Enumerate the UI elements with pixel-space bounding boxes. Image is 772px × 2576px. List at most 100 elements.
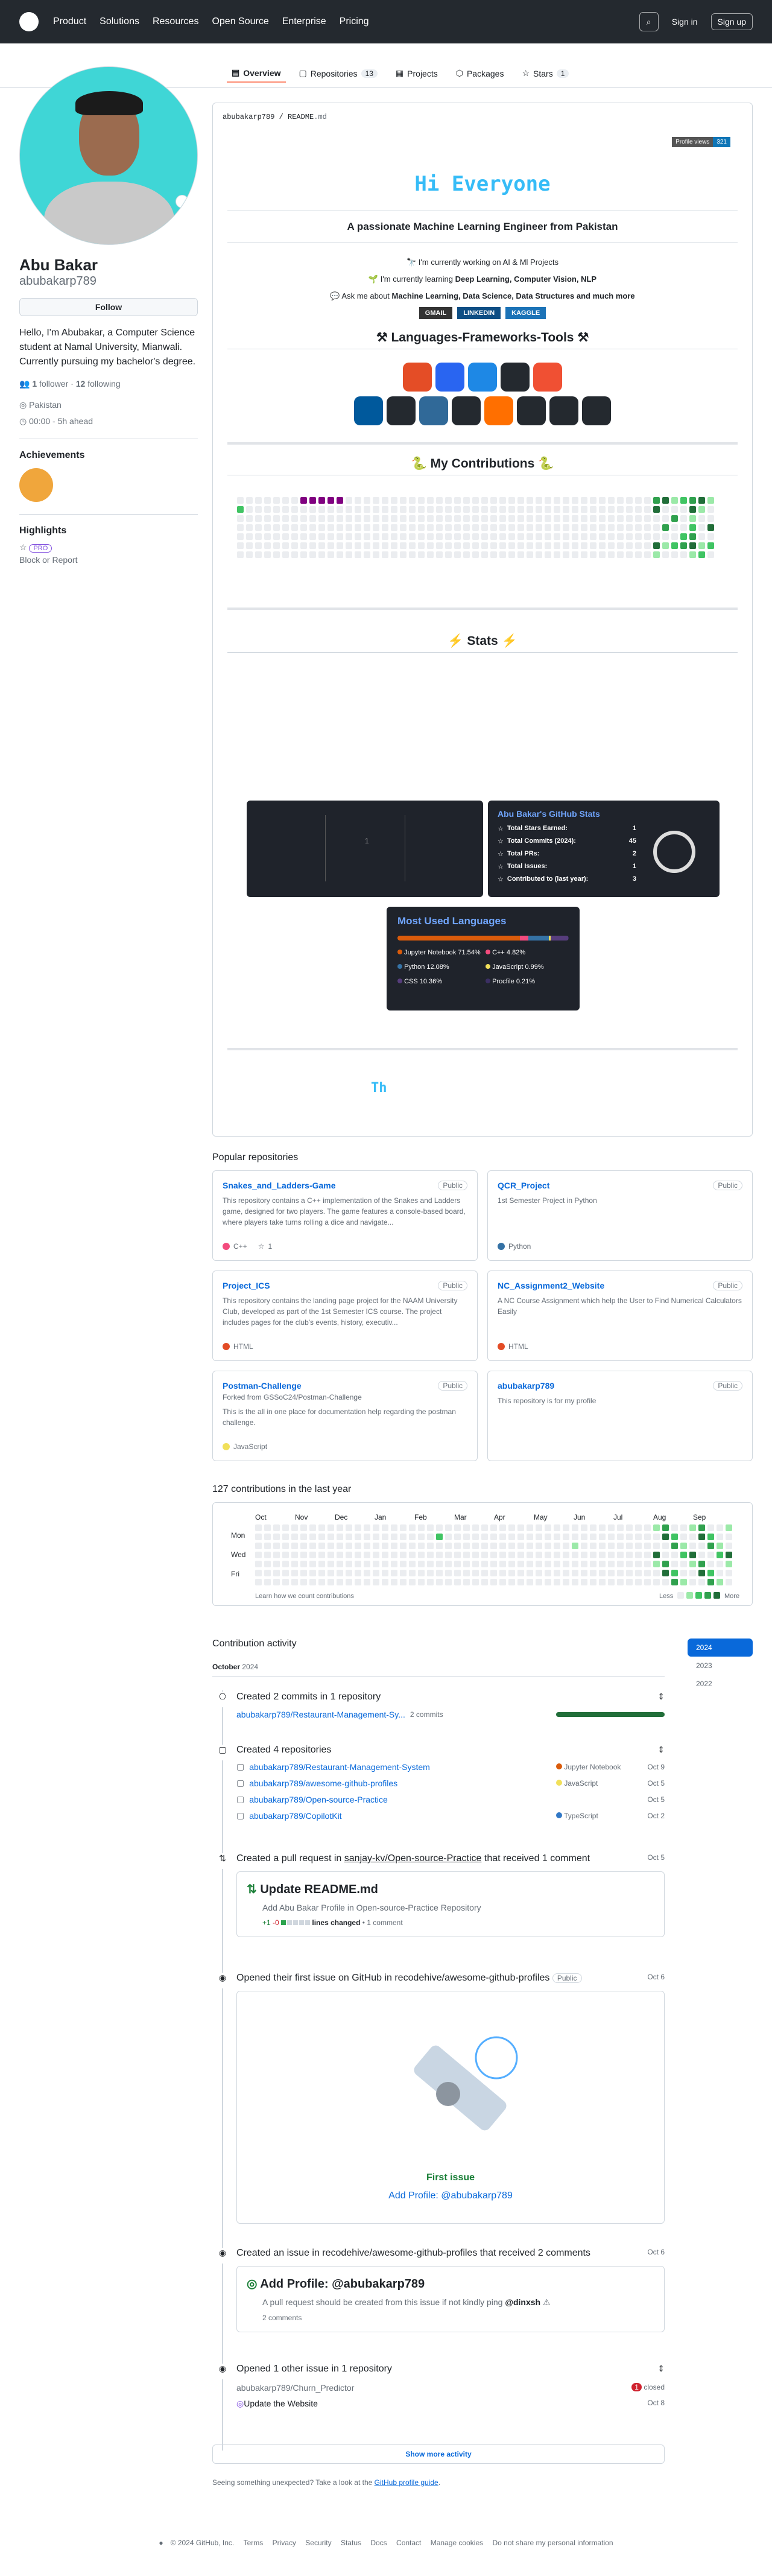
search-icon[interactable]: ⌕	[639, 12, 659, 31]
nav-solutions[interactable]: Solutions	[100, 16, 139, 27]
snake-cell	[445, 551, 452, 558]
repo-icon: ▢	[236, 1762, 245, 1771]
calendar-day-cell	[545, 1552, 551, 1558]
tab-packages[interactable]: ⬡ Packages	[451, 64, 509, 83]
tab-repositories[interactable]: ▢ Repositories 13	[294, 64, 382, 83]
linkedin-badge[interactable]: LINKEDIN	[457, 307, 501, 319]
calendar-day-cell	[653, 1570, 660, 1576]
languages-bar	[397, 936, 569, 941]
year-2023-button[interactable]: 2023	[688, 1657, 753, 1675]
nav-open-source[interactable]: Open Source	[212, 16, 268, 27]
tab-stars[interactable]: ☆ Stars 1	[517, 64, 574, 83]
repo-name-link[interactable]: QCR_Project	[498, 1181, 549, 1190]
repo-name-link[interactable]: Project_ICS	[223, 1281, 270, 1290]
collapse-icon[interactable]: ⇕	[657, 1745, 665, 1755]
calendar-day-cell	[707, 1579, 714, 1585]
calendar-day-cell	[454, 1561, 461, 1567]
footer-security[interactable]: Security	[305, 2539, 331, 2547]
collapse-icon[interactable]: ⇕	[657, 2364, 665, 2374]
created-repo-link[interactable]: abubakarp789/CopilotKit	[249, 1811, 341, 1821]
snake-cell	[536, 497, 542, 504]
nav-product[interactable]: Product	[53, 16, 86, 27]
year-2024-button[interactable]: 2024	[688, 1639, 753, 1657]
calendar-day-cell	[490, 1552, 497, 1558]
snake-cell	[237, 497, 244, 504]
snake-cell	[536, 533, 542, 540]
created-repo-link[interactable]: abubakarp789/Restaurant-Management-Syste…	[249, 1762, 430, 1772]
calendar-day-cell	[273, 1524, 280, 1531]
achievement-badge-icon[interactable]	[19, 468, 53, 502]
collapse-icon[interactable]: ⇕	[657, 1692, 665, 1702]
created-repo-link[interactable]: abubakarp789/Open-source-Practice	[249, 1795, 388, 1804]
repo-name-link[interactable]: Postman-Challenge	[223, 1381, 302, 1391]
repo-name-link[interactable]: abubakarp789	[498, 1381, 554, 1391]
tab-projects[interactable]: ▦ Projects	[391, 64, 443, 83]
calendar-day-cell	[653, 1524, 660, 1531]
snake-cell	[355, 542, 361, 549]
calendar-day-cell	[635, 1534, 642, 1540]
footer-terms[interactable]: Terms	[244, 2539, 264, 2547]
sign-in-link[interactable]: Sign in	[666, 14, 704, 30]
github-logo-icon[interactable]	[19, 12, 39, 31]
snake-cell	[264, 506, 271, 513]
calendar-day-cell	[409, 1570, 416, 1576]
issue-icon: ◉	[215, 1973, 230, 1988]
language-item: Jupyter Notebook 71.54%	[397, 949, 481, 956]
calendar-day-cell	[291, 1524, 298, 1531]
calendar-day-cell	[689, 1543, 696, 1549]
first-issue-link[interactable]: Add Profile: @abubakarp789	[388, 2191, 513, 2201]
snake-cell	[545, 551, 551, 558]
nav-pricing[interactable]: Pricing	[340, 16, 369, 27]
created-repo-link[interactable]: abubakarp789/awesome-github-profiles	[249, 1778, 397, 1788]
divider	[227, 652, 738, 653]
tab-overview[interactable]: ▤ Overview	[227, 64, 286, 83]
snake-cell	[391, 551, 397, 558]
snake-cell	[653, 515, 660, 522]
calendar-day-cell	[273, 1561, 280, 1567]
footer-cookies[interactable]: Manage cookies	[431, 2539, 483, 2547]
calendar-day-cell	[481, 1524, 488, 1531]
footer-contact[interactable]: Contact	[396, 2539, 421, 2547]
issue-update-website-link[interactable]: Update the Website	[244, 2399, 318, 2409]
sign-up-button[interactable]: Sign up	[710, 13, 753, 30]
nav-enterprise[interactable]: Enterprise	[282, 16, 326, 27]
star-icon[interactable]: ☆	[258, 1242, 265, 1251]
calendar-day-cell	[698, 1524, 705, 1531]
issue-title-link[interactable]: Add Profile: @abubakarp789	[260, 2277, 425, 2291]
tech-icons-row-2	[213, 396, 752, 425]
footer-status[interactable]: Status	[341, 2539, 361, 2547]
status-emoji-icon[interactable]	[176, 195, 189, 208]
footer-docs[interactable]: Docs	[370, 2539, 387, 2547]
calendar-day-cell	[707, 1543, 714, 1549]
year-2022-button[interactable]: 2022	[688, 1675, 753, 1693]
snake-cell	[635, 515, 642, 522]
telescope-icon: 🔭	[406, 258, 419, 267]
snake-cell	[662, 533, 669, 540]
follow-button[interactable]: Follow	[19, 298, 198, 316]
commit-repo-link[interactable]: abubakarp789/Restaurant-Management-Sy...	[236, 1710, 405, 1719]
nav-resources[interactable]: Resources	[153, 16, 198, 27]
snake-cell	[653, 497, 660, 504]
pr-title-link[interactable]: Update README.md	[260, 1883, 378, 1896]
snake-cell	[644, 524, 651, 531]
snake-cell	[418, 524, 425, 531]
repo-name-link[interactable]: NC_Assignment2_Website	[498, 1281, 604, 1290]
gmail-badge[interactable]: GMAIL	[419, 307, 453, 319]
star-icon: ☆	[19, 542, 27, 552]
calendar-day-cell	[508, 1524, 515, 1531]
learn-how-link[interactable]: Learn how we count contributions	[255, 1593, 354, 1600]
profile-guide-link[interactable]: GitHub profile guide	[375, 2478, 438, 2487]
repo-name-link[interactable]: Snakes_and_Ladders-Game	[223, 1181, 336, 1190]
snake-cell	[472, 515, 479, 522]
footer-do-not-share[interactable]: Do not share my personal information	[492, 2539, 613, 2547]
calendar-day-cell	[436, 1552, 443, 1558]
followers-count[interactable]: 1	[32, 379, 37, 389]
calendar-month-label: Dec	[335, 1513, 347, 1521]
pr-repo-link[interactable]: sanjay-kv/Open-source-Practice	[344, 1853, 482, 1864]
calendar-day-cell	[527, 1561, 533, 1567]
kaggle-badge[interactable]: KAGGLE	[505, 307, 546, 319]
footer-privacy[interactable]: Privacy	[273, 2539, 296, 2547]
block-report-link[interactable]: Block or Report	[19, 555, 198, 565]
following-count[interactable]: 12	[76, 379, 86, 389]
show-more-activity-button[interactable]: Show more activity	[212, 2444, 665, 2464]
